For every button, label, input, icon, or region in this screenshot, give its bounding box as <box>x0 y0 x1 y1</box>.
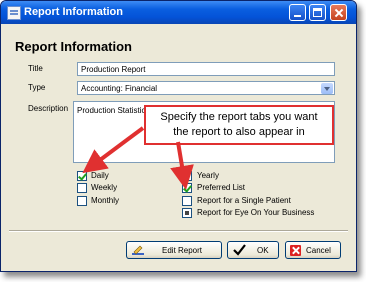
arrow-to-preferred-list <box>170 141 194 190</box>
arrow-to-daily <box>82 126 145 174</box>
annotation-arrows <box>82 126 194 190</box>
